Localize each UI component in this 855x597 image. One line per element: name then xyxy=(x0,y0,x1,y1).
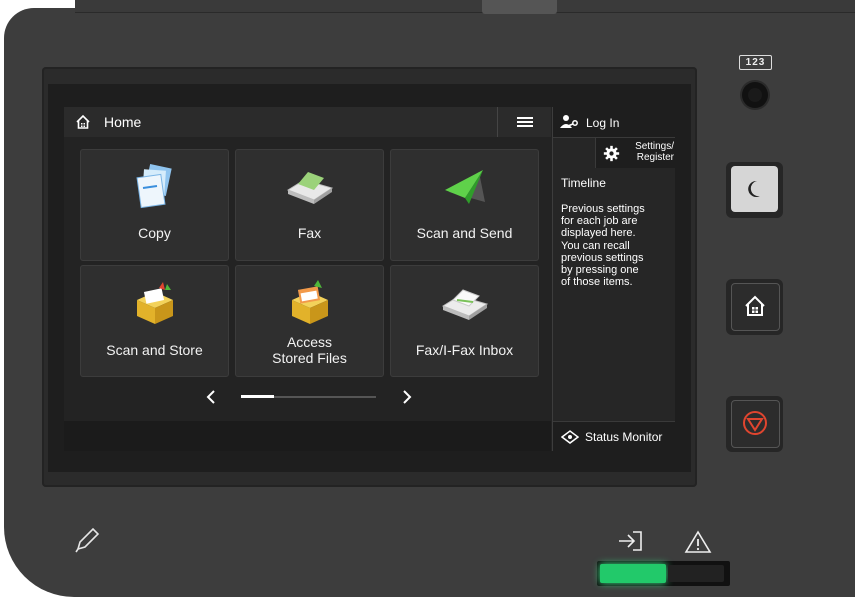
status-monitor-button[interactable]: Status Monitor xyxy=(553,421,675,451)
status-monitor-label: Status Monitor xyxy=(585,430,663,444)
timeline-line: by pressing one xyxy=(561,264,639,277)
page-title: Home xyxy=(104,114,142,130)
hamburger-menu-icon xyxy=(517,117,533,119)
home-icon xyxy=(76,114,90,129)
copy-icon xyxy=(136,164,172,209)
gear-icon xyxy=(603,145,620,162)
home-button-face xyxy=(731,283,780,331)
home-header: Home xyxy=(64,107,551,137)
copy-tile[interactable]: Copy xyxy=(80,149,229,261)
prev-page-button[interactable] xyxy=(201,387,221,407)
tile-label-line1: Access xyxy=(286,334,333,350)
scan-send-tile[interactable]: Scan and Send xyxy=(390,149,539,261)
timeline-title: Timeline xyxy=(561,176,606,190)
stop-button[interactable] xyxy=(726,396,783,452)
sidebar: Log In Settings/ Register Timeline Previ… xyxy=(552,107,675,451)
moon-icon xyxy=(748,180,760,197)
scan-store-icon xyxy=(137,282,173,324)
menu-button[interactable] xyxy=(497,107,552,137)
hamburger-line xyxy=(517,121,533,123)
login-button[interactable]: Log In xyxy=(553,107,675,138)
timeline-line: of those items. xyxy=(561,276,633,289)
tile-label-line2: Stored Files xyxy=(272,350,347,366)
printer-control-panel: Home Copy Fax Scan and Send Scan and Sto… xyxy=(0,0,855,597)
access-stored-files-icon xyxy=(292,280,328,324)
counter-label: 123 xyxy=(739,55,772,70)
fax-icon xyxy=(286,172,334,204)
chevron-right-icon xyxy=(403,390,412,404)
hamburger-line xyxy=(517,125,533,127)
timeline-line: for each job are xyxy=(561,215,638,228)
status-monitor-icon xyxy=(561,430,579,444)
error-led xyxy=(668,565,724,582)
page-scroll-thumb xyxy=(241,395,274,398)
settings-label-line1: Settings/ xyxy=(635,141,674,152)
access-stored-files-tile[interactable]: Access Stored Files xyxy=(235,265,384,377)
fax-tile[interactable]: Fax xyxy=(235,149,384,261)
tile-label: Scan and Store xyxy=(106,342,203,358)
stop-button-face xyxy=(731,400,780,448)
pen-icon xyxy=(75,527,100,553)
settings-label-line2: Register xyxy=(636,152,674,163)
function-tiles: Copy Fax Scan and Send Scan and Store Ac… xyxy=(80,149,540,377)
timeline-line: previous settings xyxy=(561,251,644,264)
panel-top-edge xyxy=(75,0,855,13)
timeline-line: Previous settings xyxy=(561,203,645,215)
user-key-icon xyxy=(560,115,578,128)
energy-saver-button[interactable] xyxy=(726,162,783,218)
processing-led xyxy=(600,564,666,583)
timeline-line: displayed here. xyxy=(561,227,636,240)
timeline-line: You can recall xyxy=(561,239,630,252)
energy-saver-face xyxy=(731,166,778,212)
scan-store-tile[interactable]: Scan and Store xyxy=(80,265,229,377)
touch-screen: Home Copy Fax Scan and Send Scan and Sto… xyxy=(64,107,675,451)
timeline-description: Previous settings for each job are displ… xyxy=(561,203,669,288)
data-icon xyxy=(619,531,642,551)
fax-inbox-icon xyxy=(441,289,489,320)
settings-label: Settings/ Register xyxy=(624,141,674,163)
fax-inbox-tile[interactable]: Fax/I-Fax Inbox xyxy=(390,265,539,377)
stop-icon xyxy=(743,411,767,435)
counter-check-button[interactable] xyxy=(742,82,768,108)
warning-icon xyxy=(684,530,712,553)
home-hardware-button[interactable] xyxy=(726,279,783,335)
bottom-bar xyxy=(64,421,551,451)
settings-row: Settings/ Register xyxy=(553,138,675,168)
tile-label: Fax xyxy=(297,225,322,241)
settings-register-button[interactable]: Settings/ Register xyxy=(595,138,675,168)
status-led-bar xyxy=(597,561,730,586)
login-label: Log In xyxy=(586,116,620,130)
chevron-left-icon xyxy=(206,390,215,404)
home-icon xyxy=(745,295,765,316)
scan-send-icon xyxy=(445,170,485,204)
tile-label: Fax/I-Fax Inbox xyxy=(415,342,514,358)
next-page-button[interactable] xyxy=(397,387,417,407)
panel-top-tab xyxy=(482,0,557,14)
tile-label: Copy xyxy=(138,225,171,241)
tile-label: Scan and Send xyxy=(416,225,513,241)
